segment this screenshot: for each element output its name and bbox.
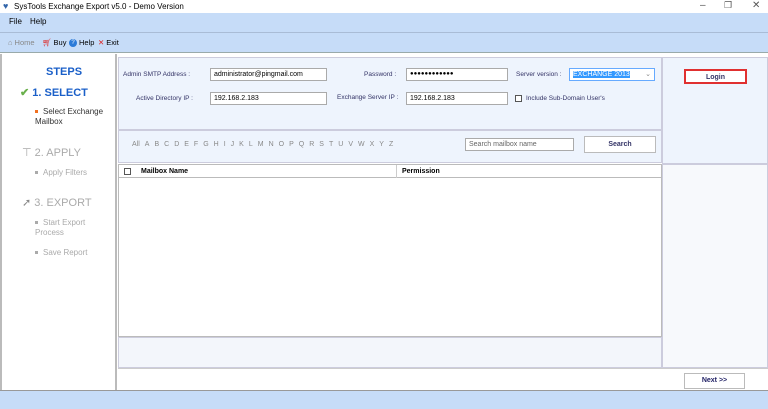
letter-filter-k[interactable]: K [239, 141, 244, 148]
app-logo-icon: ♥ [3, 1, 9, 11]
letter-filter-r[interactable]: R [309, 141, 314, 148]
letter-filter-p[interactable]: P [289, 141, 294, 148]
substep-select-mailbox: Select Exchange Mailbox [35, 107, 104, 126]
cart-icon: 🛒︎ [42, 38, 52, 47]
server-version-select[interactable]: EXCHANGE 2013 ⌄ [569, 68, 655, 81]
right-panel [662, 164, 768, 368]
menu-bar: File Help [0, 13, 768, 33]
bullet-icon [35, 251, 38, 255]
toolbar: ⌂ Home 🛒︎ Buy ? Help ✕ Exit [0, 33, 768, 53]
smtp-label: Admin SMTP Address : [123, 71, 191, 78]
column-permission[interactable]: Permission [402, 168, 440, 175]
letter-filter-n[interactable]: N [269, 141, 274, 148]
letter-filter-z[interactable]: Z [389, 141, 393, 148]
search-mailbox-input[interactable]: Search mailbox name [465, 138, 574, 151]
help-icon: ? [69, 38, 77, 47]
mailbox-table: Mailbox Name Permission [118, 164, 662, 337]
server-version-label: Server version : [516, 71, 562, 78]
filter-icon: ⊤ [22, 147, 32, 159]
letter-filter-q[interactable]: Q [299, 141, 304, 148]
letter-filter-s[interactable]: S [319, 141, 324, 148]
title-bar: ♥ SysTools Exchange Export v5.0 - Demo V… [0, 0, 768, 13]
bullet-icon [35, 110, 38, 114]
substep-save-report: Save Report [35, 248, 87, 258]
step-apply[interactable]: ⊤ 2. APPLY [22, 146, 81, 159]
letter-filter-i[interactable]: I [224, 141, 226, 148]
exit-button[interactable]: ✕ Exit [98, 38, 119, 47]
ad-ip-input[interactable]: 192.168.2.183 [210, 92, 327, 105]
subdomain-checkbox[interactable] [515, 95, 522, 102]
steps-heading: STEPS [46, 66, 83, 78]
letter-filter-x[interactable]: X [370, 141, 375, 148]
close-icon: ✕ [98, 38, 105, 47]
letter-filter-b[interactable]: B [154, 141, 159, 148]
column-mailbox-name[interactable]: Mailbox Name [141, 168, 188, 175]
letter-filter-o[interactable]: O [279, 141, 284, 148]
steps-sidebar: STEPS ✔ 1. SELECT Select Exchange Mailbo… [0, 54, 117, 390]
login-button[interactable]: Login [684, 69, 747, 84]
chevron-down-icon: ⌄ [645, 71, 651, 78]
maximize-button[interactable]: ❐ [724, 0, 732, 11]
letter-filter-d[interactable]: D [174, 141, 179, 148]
select-all-checkbox[interactable] [124, 168, 131, 175]
login-panel: Login [662, 57, 768, 164]
letter-filter-m[interactable]: M [258, 141, 264, 148]
letter-filter-u[interactable]: U [338, 141, 343, 148]
password-label: Password : [364, 71, 397, 78]
home-button[interactable]: ⌂ Home [8, 38, 35, 47]
window-title: SysTools Exchange Export v5.0 - Demo Ver… [14, 2, 184, 11]
next-button[interactable]: Next >> [684, 373, 745, 389]
close-button[interactable]: ✕ [752, 0, 760, 11]
letter-filter-t[interactable]: T [329, 141, 333, 148]
ad-ip-label: Active Directory IP : [136, 95, 193, 102]
letter-filter-w[interactable]: W [358, 141, 365, 148]
letter-filter-h[interactable]: H [214, 141, 219, 148]
substep-apply-filters: Apply Filters [35, 168, 87, 178]
menu-help[interactable]: Help [30, 17, 46, 26]
home-icon: ⌂ [8, 38, 13, 47]
exchange-ip-label: Exchange Server IP : [337, 94, 399, 101]
letter-filter-v[interactable]: V [348, 141, 353, 148]
table-header: Mailbox Name Permission [119, 165, 661, 178]
help-button[interactable]: ? Help [69, 38, 94, 47]
bullet-icon [35, 171, 38, 175]
letter-filter-j[interactable]: J [231, 141, 235, 148]
footer-bar: Next >> [118, 368, 768, 390]
substep-start-export: Start Export Process [35, 218, 86, 237]
exchange-ip-input[interactable]: 192.168.2.183 [406, 92, 508, 105]
letter-filter-g[interactable]: G [203, 141, 208, 148]
letter-filter-l[interactable]: L [249, 141, 253, 148]
bullet-icon [35, 221, 38, 225]
letter-filter-f[interactable]: F [194, 141, 198, 148]
status-bar [0, 390, 768, 409]
search-button[interactable]: Search [584, 136, 656, 153]
subdomain-label: Include Sub-Domain User's [526, 95, 605, 102]
letter-filter-y[interactable]: Y [379, 141, 384, 148]
letter-filter-a[interactable]: A [145, 141, 150, 148]
step-select[interactable]: ✔ 1. SELECT [20, 86, 88, 99]
letter-filter-c[interactable]: C [164, 141, 169, 148]
alphabet-filter-bar: All A B C D E F G H I J K L M N O P Q R S T U V W X Y Z Search mai… [118, 130, 662, 163]
smtp-address-input[interactable]: administrator@pingmail.com [210, 68, 327, 81]
step-export[interactable]: ➚ 3. EXPORT [22, 196, 92, 209]
letter-filter-e[interactable]: E [184, 141, 189, 148]
minimize-button[interactable]: – [700, 0, 706, 11]
password-input[interactable]: ●●●●●●●●●●●● [406, 68, 508, 81]
table-footer-area [118, 337, 662, 368]
connection-form: Admin SMTP Address : administrator@pingm… [118, 57, 662, 130]
column-divider [396, 165, 397, 178]
letter-filter-all[interactable]: All [132, 141, 140, 148]
buy-button[interactable]: 🛒︎ Buy [42, 38, 66, 47]
arrow-icon: ➚ [22, 197, 32, 209]
alphabet-list: All A B C D E F G H I J K L M N O P Q R S T U V W X Y Z [132, 141, 393, 148]
menu-file[interactable]: File [9, 17, 22, 26]
check-icon: ✔ [20, 87, 30, 99]
